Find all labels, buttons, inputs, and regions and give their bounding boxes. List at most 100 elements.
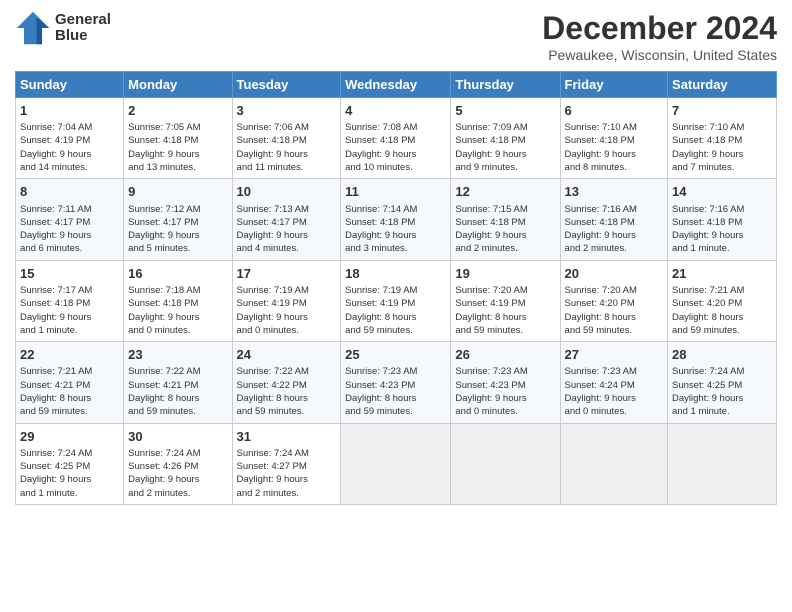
day-number: 8: [20, 183, 119, 201]
table-row: 4Sunrise: 7:08 AMSunset: 4:18 PMDaylight…: [341, 98, 451, 179]
day-number: 21: [672, 265, 772, 283]
day-number: 7: [672, 102, 772, 120]
day-info: Sunrise: 7:24 AMSunset: 4:25 PMDaylight:…: [20, 447, 119, 500]
day-number: 23: [128, 346, 227, 364]
day-info: Sunrise: 7:21 AMSunset: 4:21 PMDaylight:…: [20, 365, 119, 418]
day-number: 30: [128, 428, 227, 446]
calendar: Sunday Monday Tuesday Wednesday Thursday…: [15, 71, 777, 505]
table-row: 13 Sunrise: 7:16 AMSunset: 4:18 PMDayligh…: [560, 179, 668, 260]
table-row: 8 Sunrise: 7:11 AMSunset: 4:17 PMDaylight…: [16, 179, 124, 260]
table-row: 10 Sunrise: 7:13 AMSunset: 4:17 PMDayligh…: [232, 179, 341, 260]
header: General Blue December 2024 Pewaukee, Wis…: [15, 10, 777, 63]
col-thursday: Thursday: [451, 72, 560, 98]
day-number: 15: [20, 265, 119, 283]
col-saturday: Saturday: [668, 72, 777, 98]
col-sunday: Sunday: [16, 72, 124, 98]
table-row: 31Sunrise: 7:24 AMSunset: 4:27 PMDayligh…: [232, 423, 341, 504]
day-info: Sunrise: 7:06 AMSunset: 4:18 PMDaylight:…: [237, 121, 337, 174]
col-tuesday: Tuesday: [232, 72, 341, 98]
day-number: 26: [455, 346, 555, 364]
day-info: Sunrise: 7:12 AMSunset: 4:17 PMDaylight:…: [128, 203, 227, 256]
day-number: 14: [672, 183, 772, 201]
day-info: Sunrise: 7:16 AMSunset: 4:18 PMDaylight:…: [565, 203, 664, 256]
day-number: 13: [565, 183, 664, 201]
table-row: 15Sunrise: 7:17 AMSunset: 4:18 PMDayligh…: [16, 260, 124, 341]
table-row: 16Sunrise: 7:18 AMSunset: 4:18 PMDayligh…: [124, 260, 232, 341]
table-row: 27Sunrise: 7:23 AMSunset: 4:24 PMDayligh…: [560, 342, 668, 423]
day-info: Sunrise: 7:24 AMSunset: 4:27 PMDaylight:…: [237, 447, 337, 500]
calendar-week-4: 22Sunrise: 7:21 AMSunset: 4:21 PMDayligh…: [16, 342, 777, 423]
day-info: Sunrise: 7:20 AMSunset: 4:20 PMDaylight:…: [565, 284, 664, 337]
table-row: 23Sunrise: 7:22 AMSunset: 4:21 PMDayligh…: [124, 342, 232, 423]
day-number: 16: [128, 265, 227, 283]
day-number: 9: [128, 183, 227, 201]
title-area: December 2024 Pewaukee, Wisconsin, Unite…: [542, 10, 777, 63]
day-number: 27: [565, 346, 664, 364]
table-row: 1Sunrise: 7:04 AMSunset: 4:19 PMDaylight…: [16, 98, 124, 179]
table-row: 29Sunrise: 7:24 AMSunset: 4:25 PMDayligh…: [16, 423, 124, 504]
logo-line1: General: [55, 12, 111, 29]
table-row: [451, 423, 560, 504]
main-title: December 2024: [542, 10, 777, 47]
table-row: 26Sunrise: 7:23 AMSunset: 4:23 PMDayligh…: [451, 342, 560, 423]
day-info: Sunrise: 7:09 AMSunset: 4:18 PMDaylight:…: [455, 121, 555, 174]
day-number: 6: [565, 102, 664, 120]
table-row: 17Sunrise: 7:19 AMSunset: 4:19 PMDayligh…: [232, 260, 341, 341]
table-row: 20Sunrise: 7:20 AMSunset: 4:20 PMDayligh…: [560, 260, 668, 341]
calendar-week-1: 1Sunrise: 7:04 AMSunset: 4:19 PMDaylight…: [16, 98, 777, 179]
logo: General Blue: [15, 10, 111, 46]
day-info: Sunrise: 7:10 AMSunset: 4:18 PMDaylight:…: [672, 121, 772, 174]
day-info: Sunrise: 7:15 AMSunset: 4:18 PMDaylight:…: [455, 203, 555, 256]
table-row: 12Sunrise: 7:15 AMSunset: 4:18 PMDayligh…: [451, 179, 560, 260]
day-number: 2: [128, 102, 227, 120]
day-number: 11: [345, 183, 446, 201]
day-info: Sunrise: 7:10 AMSunset: 4:18 PMDaylight:…: [565, 121, 664, 174]
day-info: Sunrise: 7:24 AMSunset: 4:26 PMDaylight:…: [128, 447, 227, 500]
table-row: 14Sunrise: 7:16 AMSunset: 4:18 PMDayligh…: [668, 179, 777, 260]
col-wednesday: Wednesday: [341, 72, 451, 98]
day-number: 22: [20, 346, 119, 364]
day-info: Sunrise: 7:04 AMSunset: 4:19 PMDaylight:…: [20, 121, 119, 174]
logo-icon: [15, 10, 51, 46]
table-row: 21Sunrise: 7:21 AMSunset: 4:20 PMDayligh…: [668, 260, 777, 341]
day-info: Sunrise: 7:11 AMSunset: 4:17 PMDaylight:…: [20, 203, 119, 256]
table-row: 24Sunrise: 7:22 AMSunset: 4:22 PMDayligh…: [232, 342, 341, 423]
logo-text: General Blue: [55, 12, 111, 45]
day-number: 28: [672, 346, 772, 364]
day-number: 31: [237, 428, 337, 446]
table-row: 2Sunrise: 7:05 AMSunset: 4:18 PMDaylight…: [124, 98, 232, 179]
table-row: 19Sunrise: 7:20 AMSunset: 4:19 PMDayligh…: [451, 260, 560, 341]
day-number: 19: [455, 265, 555, 283]
day-info: Sunrise: 7:21 AMSunset: 4:20 PMDaylight:…: [672, 284, 772, 337]
day-number: 5: [455, 102, 555, 120]
table-row: [668, 423, 777, 504]
day-info: Sunrise: 7:14 AMSunset: 4:18 PMDaylight:…: [345, 203, 446, 256]
day-info: Sunrise: 7:19 AMSunset: 4:19 PMDaylight:…: [345, 284, 446, 337]
day-number: 24: [237, 346, 337, 364]
subtitle: Pewaukee, Wisconsin, United States: [542, 47, 777, 63]
day-number: 1: [20, 102, 119, 120]
col-monday: Monday: [124, 72, 232, 98]
table-row: 25Sunrise: 7:23 AMSunset: 4:23 PMDayligh…: [341, 342, 451, 423]
day-number: 3: [237, 102, 337, 120]
calendar-header-row: Sunday Monday Tuesday Wednesday Thursday…: [16, 72, 777, 98]
table-row: [560, 423, 668, 504]
calendar-week-3: 15Sunrise: 7:17 AMSunset: 4:18 PMDayligh…: [16, 260, 777, 341]
table-row: [341, 423, 451, 504]
table-row: 30Sunrise: 7:24 AMSunset: 4:26 PMDayligh…: [124, 423, 232, 504]
day-info: Sunrise: 7:23 AMSunset: 4:23 PMDaylight:…: [345, 365, 446, 418]
day-number: 17: [237, 265, 337, 283]
day-number: 10: [237, 183, 337, 201]
table-row: 6Sunrise: 7:10 AMSunset: 4:18 PMDaylight…: [560, 98, 668, 179]
logo-line2: Blue: [55, 28, 111, 45]
day-info: Sunrise: 7:13 AMSunset: 4:17 PMDaylight:…: [237, 203, 337, 256]
table-row: 3Sunrise: 7:06 AMSunset: 4:18 PMDaylight…: [232, 98, 341, 179]
day-number: 29: [20, 428, 119, 446]
day-info: Sunrise: 7:05 AMSunset: 4:18 PMDaylight:…: [128, 121, 227, 174]
day-info: Sunrise: 7:20 AMSunset: 4:19 PMDaylight:…: [455, 284, 555, 337]
day-info: Sunrise: 7:18 AMSunset: 4:18 PMDaylight:…: [128, 284, 227, 337]
table-row: 28Sunrise: 7:24 AMSunset: 4:25 PMDayligh…: [668, 342, 777, 423]
day-info: Sunrise: 7:22 AMSunset: 4:22 PMDaylight:…: [237, 365, 337, 418]
table-row: 18Sunrise: 7:19 AMSunset: 4:19 PMDayligh…: [341, 260, 451, 341]
day-number: 25: [345, 346, 446, 364]
